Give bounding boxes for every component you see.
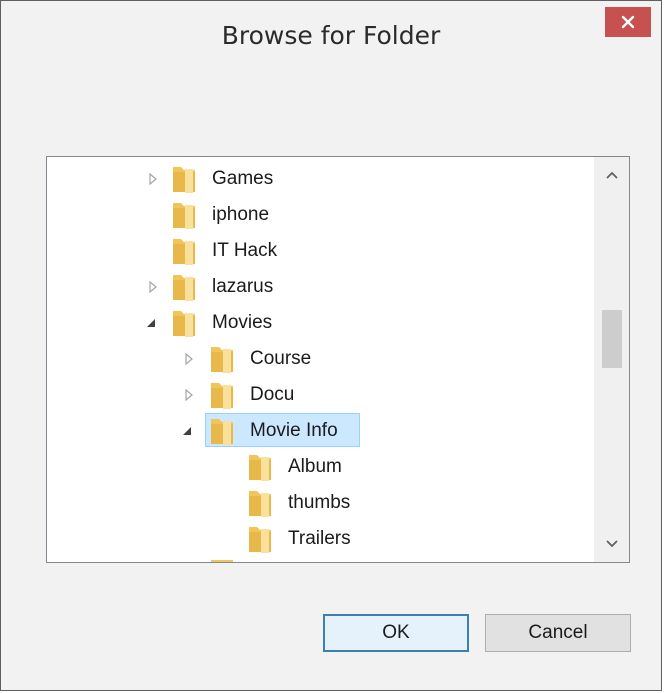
scrollbar-thumb[interactable] <box>602 310 622 368</box>
tree-item-movie-info[interactable]: Movie Info <box>47 413 597 449</box>
folder-icon <box>173 203 195 229</box>
browse-for-folder-dialog: Browse for Folder Games iphone IT Hack l… <box>0 0 662 691</box>
tree-item-label: Course <box>250 348 312 369</box>
tree-item-movies[interactable]: Movies <box>47 305 597 341</box>
expand-arrow-icon[interactable] <box>183 389 195 401</box>
chevron-down-icon <box>606 540 618 548</box>
tree-item-docu[interactable]: Docu <box>47 377 597 413</box>
folder-icon <box>249 455 271 481</box>
tree-item-it-hack[interactable]: IT Hack <box>47 233 597 269</box>
folder-icon <box>211 419 233 445</box>
tree-item-label: iphone <box>212 204 270 225</box>
expand-arrow-icon[interactable] <box>147 281 159 293</box>
folder-icon <box>249 527 271 553</box>
tree-item-thumbs[interactable]: thumbs <box>47 485 597 521</box>
expand-arrow-icon[interactable] <box>147 173 159 185</box>
tree-item-label: IT Hack <box>212 240 278 261</box>
ok-button[interactable]: OK <box>323 614 469 652</box>
vertical-scrollbar[interactable] <box>594 157 629 562</box>
tree-item-iphone[interactable]: iphone <box>47 197 597 233</box>
folder-icon <box>173 275 195 301</box>
folder-icon <box>173 311 195 337</box>
chevron-up-icon <box>606 171 618 179</box>
close-icon <box>621 15 635 29</box>
tree-item-label: lazarus <box>212 276 274 297</box>
folder-icon <box>173 239 195 265</box>
collapse-arrow-icon[interactable] <box>145 317 157 329</box>
tree-item-trailers[interactable]: Trailers <box>47 521 597 557</box>
expand-arrow-icon[interactable] <box>183 353 195 365</box>
tree-item-label: Docu <box>250 384 295 405</box>
title-bar[interactable]: Browse for Folder <box>1 1 661 75</box>
tree-item-games[interactable]: Games <box>47 161 597 197</box>
tree-item-label: Games <box>212 168 274 189</box>
scroll-down-button[interactable] <box>595 526 629 562</box>
scroll-up-button[interactable] <box>595 157 629 193</box>
folder-icon <box>249 491 271 517</box>
tree-item-label: Album <box>288 456 342 477</box>
folder-icon <box>211 383 233 409</box>
tree-item-lazarus[interactable]: lazarus <box>47 269 597 305</box>
folder-tree[interactable]: Games iphone IT Hack lazarus Movies Cour… <box>46 156 630 563</box>
close-button[interactable] <box>605 7 651 37</box>
folder-icon <box>173 167 195 193</box>
collapse-arrow-icon[interactable] <box>181 425 193 437</box>
tree-item-label: Movie Info <box>250 420 338 441</box>
tree-item-label: Movies <box>212 312 273 333</box>
cancel-button[interactable]: Cancel <box>485 614 631 652</box>
tree-item-label: Trailers <box>288 528 351 549</box>
tree-item-course[interactable]: Course <box>47 341 597 377</box>
folder-icon <box>211 560 233 562</box>
tree-item-label: thumbs <box>288 492 351 513</box>
tree-item-album[interactable]: Album <box>47 449 597 485</box>
folder-icon <box>211 347 233 373</box>
dialog-title: Browse for Folder <box>221 21 441 50</box>
